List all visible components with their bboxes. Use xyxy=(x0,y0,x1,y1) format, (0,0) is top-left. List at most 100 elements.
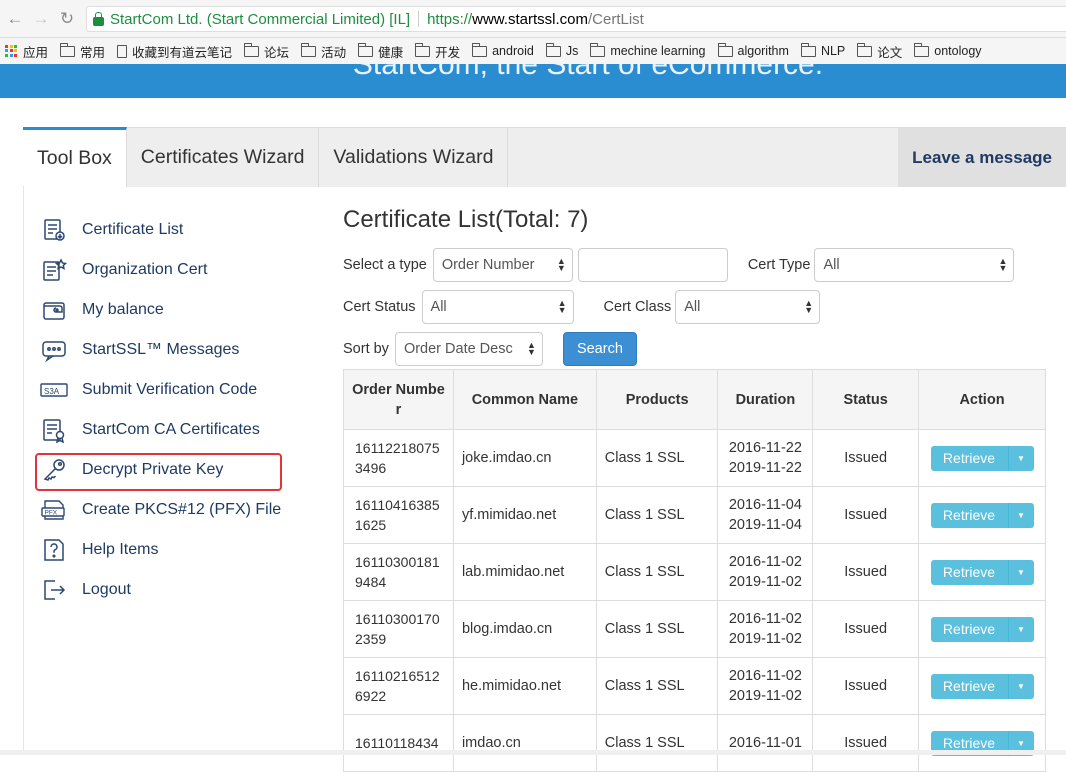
horizontal-scrollbar[interactable] xyxy=(0,750,1066,755)
common-name-cell: blog.imdao.cn xyxy=(452,600,597,658)
order-number-cont: 9484 xyxy=(355,574,387,590)
action-cell: Retrieve ▼ xyxy=(918,543,1046,601)
sidebar-item-certificate-list[interactable]: Certificate List xyxy=(40,210,300,250)
order-number: 16110118434 xyxy=(355,735,439,751)
message-icon xyxy=(40,336,68,364)
search-input[interactable] xyxy=(577,248,728,282)
status-cell: Issued xyxy=(812,486,919,544)
sidebar-item-decrypt-private-key[interactable]: Decrypt Private Key xyxy=(35,450,300,491)
bookmark-folder[interactable]: ontology xyxy=(914,42,982,58)
site-banner: StartCom, the Start of eCommerce. xyxy=(0,64,1066,98)
common-name-cell: lab.mimidao.net xyxy=(452,543,597,601)
bookmark-label: Js xyxy=(565,44,579,58)
bookmark-folder[interactable]: NLP xyxy=(800,42,845,58)
address-bar[interactable]: StartCom Ltd. (Start Commercial Limited)… xyxy=(86,6,1066,32)
duration-cell: 2016-11-22 2019-11-22 xyxy=(717,429,814,487)
bookmarks-bar: 应用 常用 收藏到有道云笔记 论坛 活动 健康 开发 android Js me… xyxy=(0,38,1066,64)
order-number-cell: 16110416385 1625 xyxy=(343,486,454,544)
sidebar-item-help-items[interactable]: Help Items xyxy=(40,530,300,570)
caret-down-icon[interactable]: ▼ xyxy=(1008,616,1034,642)
order-number-cont: 1625 xyxy=(355,517,387,533)
cert-class-label: Cert Class xyxy=(603,299,672,315)
bookmark-folder[interactable]: 常用 xyxy=(60,42,105,61)
cert-type-dropdown[interactable]: All ▲ ▼ xyxy=(814,248,1015,282)
sidebar-item-logout[interactable]: Logout xyxy=(40,570,300,610)
tab-spacer xyxy=(508,128,898,187)
column-header: Products xyxy=(595,369,719,430)
search-button[interactable]: Search xyxy=(562,332,637,366)
sort-dropdown[interactable]: Order Date Desc ▲ ▼ xyxy=(394,332,543,366)
retrieve-button[interactable]: Retrieve xyxy=(930,502,1009,528)
cert-status-label: Cert Status xyxy=(343,299,416,315)
folder-icon xyxy=(301,42,317,57)
table-header-row: Order Number Common Name Products Durati… xyxy=(343,369,1046,430)
order-number-cell: 16112218075 3496 xyxy=(343,429,454,487)
order-number-cell: 16110118434 xyxy=(343,714,454,772)
caret-down-icon[interactable]: ▼ xyxy=(1008,559,1034,585)
bookmark-folder[interactable]: 论坛 xyxy=(244,42,289,61)
ev-organization: StartCom Ltd. (Start Commercial Limited)… xyxy=(110,10,411,28)
sidebar-item-label: Submit Verification Code xyxy=(82,381,258,398)
apps-grid-icon xyxy=(5,44,18,58)
sidebar-item-create-pfx[interactable]: PFX Create PKCS#12 (PFX) File xyxy=(40,490,300,530)
action-cell: Retrieve ▼ xyxy=(918,657,1046,715)
sidebar-item-label: Decrypt Private Key xyxy=(82,461,224,478)
sidebar-item-messages[interactable]: StartSSL™ Messages xyxy=(40,330,300,370)
order-number: 16110300170 xyxy=(355,611,440,627)
retrieve-button-group: Retrieve ▼ xyxy=(930,673,1034,699)
bookmark-apps[interactable]: 应用 xyxy=(5,42,48,61)
sidebar-item-my-balance[interactable]: My balance xyxy=(40,290,300,330)
retrieve-button[interactable]: Retrieve xyxy=(930,616,1009,642)
bookmark-folder[interactable]: mechine learning xyxy=(590,42,706,58)
order-number: 16110416385 xyxy=(355,497,440,513)
bookmark-folder[interactable]: 活动 xyxy=(301,42,346,61)
ca-certificate-icon xyxy=(40,416,68,444)
action-cell: Retrieve ▼ xyxy=(918,600,1046,658)
url-scheme: https:// xyxy=(427,10,473,28)
arrow-right-icon[interactable]: → xyxy=(30,8,52,30)
sidebar-item-submit-verification[interactable]: S3A Submit Verification Code xyxy=(40,370,300,410)
retrieve-button[interactable]: Retrieve xyxy=(930,559,1009,585)
url-host: www.startssl.com xyxy=(472,10,588,28)
retrieve-button[interactable]: Retrieve xyxy=(930,445,1009,471)
cert-class-value: All xyxy=(684,299,701,315)
select-type-dropdown[interactable]: Order Number ▲ ▼ xyxy=(432,248,573,282)
bookmark-label: 健康 xyxy=(378,45,404,60)
bookmark-folder[interactable]: Js xyxy=(545,42,579,58)
arrow-left-icon[interactable]: ← xyxy=(4,8,26,30)
duration-cell: 2016-11-02 2019-11-02 xyxy=(717,657,814,715)
bookmark-folder[interactable]: 开发 xyxy=(415,42,460,61)
duration-start: 2016-11-01 xyxy=(728,735,802,751)
bookmark-page[interactable]: 收藏到有道云笔记 xyxy=(117,42,232,61)
status-cell: Issued xyxy=(812,543,919,601)
caret-down-icon[interactable]: ▼ xyxy=(1008,445,1034,471)
status-cell: Issued xyxy=(812,657,919,715)
table-row: 16112218075 3496 joke.imdao.cn Class 1 SS… xyxy=(343,429,1046,487)
browser-toolbar: ← → ↻ StartCom Ltd. (Start Commercial Li… xyxy=(0,0,1066,38)
retrieve-button[interactable]: Retrieve xyxy=(930,673,1009,699)
order-number-cont: 3496 xyxy=(355,460,387,476)
product-cell: Class 1 SSL xyxy=(595,429,719,487)
duration-cell: 2016-11-02 2019-11-02 xyxy=(717,600,814,658)
bookmark-folder[interactable]: 论文 xyxy=(857,42,902,61)
leave-message-link[interactable]: Leave a message xyxy=(898,128,1066,187)
product-cell: Class 1 SSL xyxy=(595,543,719,601)
select-type-value: Order Number xyxy=(441,257,535,273)
caret-down-icon[interactable]: ▼ xyxy=(1008,502,1034,528)
tab-toolbox[interactable]: Tool Box xyxy=(23,127,127,187)
duration-end: 2019-11-04 xyxy=(728,517,802,533)
table-row: 16110300181 9484 lab.mimidao.net Class 1 … xyxy=(343,543,1046,601)
cert-class-dropdown[interactable]: All ▲ ▼ xyxy=(675,290,821,324)
bookmark-folder[interactable]: android xyxy=(472,42,534,58)
order-number-cell: 16110300170 2359 xyxy=(343,600,454,658)
caret-down-icon[interactable]: ▼ xyxy=(1008,673,1034,699)
sidebar-item-organization-cert[interactable]: Organization Cert xyxy=(40,250,300,290)
sidebar-item-ca-certificates[interactable]: StartCom CA Certificates xyxy=(40,410,300,450)
order-number-cont: 2359 xyxy=(355,631,387,647)
tab-certificates-wizard[interactable]: Certificates Wizard xyxy=(127,128,320,187)
bookmark-folder[interactable]: algorithm xyxy=(717,42,789,58)
reload-icon[interactable]: ↻ xyxy=(56,8,78,30)
cert-status-dropdown[interactable]: All ▲ ▼ xyxy=(421,290,574,324)
tab-validations-wizard[interactable]: Validations Wizard xyxy=(319,128,509,187)
bookmark-folder[interactable]: 健康 xyxy=(358,42,403,61)
